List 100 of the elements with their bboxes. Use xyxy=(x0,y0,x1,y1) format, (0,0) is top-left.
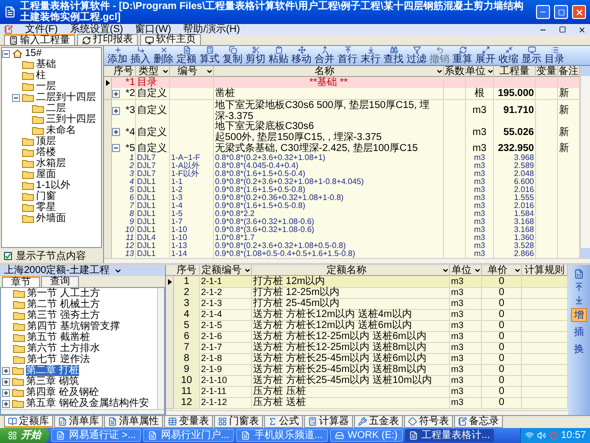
tree-item[interactable]: 三到十四层 xyxy=(46,114,96,125)
restore-button[interactable] xyxy=(554,5,568,19)
tree-item[interactable]: 屋面 xyxy=(36,169,56,180)
toolbar-button[interactable]: 首行 xyxy=(336,46,359,66)
toolbar-button[interactable]: 目录 xyxy=(543,46,566,66)
scrollbar[interactable] xyxy=(1,409,164,414)
tree-item[interactable]: 第六节 土方排水 xyxy=(27,343,100,354)
table-row[interactable]: 8 2-1-8 送方桩 方桩长25-45m以内 送桩6m以内 m3 0 xyxy=(166,353,568,364)
dropdown-caret-icon[interactable] xyxy=(514,267,521,274)
table-row[interactable]: *3 自定义 地下室无梁地板C30s6 500厚, 垫层150厚C15, 埋深-3.375 m3 91.710 新 xyxy=(104,100,580,122)
dropdown-caret-icon[interactable] xyxy=(162,68,169,75)
collapse-toggle[interactable] xyxy=(2,50,10,58)
table-row[interactable]: 12 2-1-12 压方桩 送桩 m3 0 xyxy=(166,397,568,408)
toolbar-button[interactable]: 添加 xyxy=(106,46,129,66)
tab[interactable]: 计算器 xyxy=(304,416,353,428)
restore-icon[interactable] xyxy=(559,26,566,33)
tree-item[interactable]: 1-1以外 xyxy=(36,180,70,191)
tab[interactable]: 符号表 xyxy=(404,416,453,428)
table-row[interactable]: *2 自定义 凿桩 根 195.000 新 xyxy=(104,88,580,100)
tree-item[interactable]: 一层 xyxy=(36,81,56,92)
table-row[interactable]: 5 2-1-5 送方桩 方桩长12m以内 送桩6m以内 m3 0 xyxy=(166,320,568,331)
table-row[interactable]: 6 2-1-6 送方桩 方桩长12-25m以内 送桩6m以内 m3 0 xyxy=(166,331,568,342)
toolbar-button[interactable]: 展开 xyxy=(474,46,497,66)
dropdown-caret-icon[interactable] xyxy=(244,267,251,274)
toolbar-button[interactable]: 显示 xyxy=(520,46,543,66)
toolbar-button[interactable]: 过滤 xyxy=(405,46,428,66)
side-button[interactable]: 插 xyxy=(571,325,587,339)
close-button[interactable] xyxy=(572,5,586,19)
collapse-toggle[interactable] xyxy=(12,94,20,102)
tree-item[interactable]: 15# xyxy=(25,48,42,59)
tree-item[interactable]: 门窗 xyxy=(36,191,56,202)
table-row[interactable]: 11 2-1-11 压方桩 压桩 m3 0 xyxy=(166,386,568,397)
tree-item[interactable]: 柱 xyxy=(36,70,46,81)
table-row[interactable]: 7 2-1-7 送方桩 方桩长12-25m以内 送桩8m以内 m3 0 xyxy=(166,342,568,353)
arrow-up-line-icon[interactable] xyxy=(574,282,584,292)
toolbar-button[interactable]: 算式 xyxy=(198,46,221,66)
taskbar-button[interactable]: 工程量表格计... xyxy=(404,429,494,442)
toolbar-button[interactable]: 剪切 xyxy=(244,46,267,66)
menu-item[interactable]: 系统设置(S) xyxy=(70,24,124,35)
tree-item[interactable]: 第二节 机械土方 xyxy=(27,299,100,310)
dropdown-caret-icon[interactable] xyxy=(474,267,481,274)
toolbar-button[interactable]: 复制 xyxy=(221,46,244,66)
table-row[interactable]: 1 2-1-1 打方桩 12m以内 m3 0 xyxy=(166,276,568,287)
toolbar-button[interactable]: 删除 xyxy=(152,46,175,66)
tree-item[interactable]: 水箱层 xyxy=(36,158,66,169)
minimize-button[interactable] xyxy=(536,5,550,19)
tree-item[interactable]: 第五章 钢砼及金属结构件安 xyxy=(26,398,149,409)
tree-item[interactable]: 二层 xyxy=(46,103,66,114)
tab[interactable]: 五金表 xyxy=(354,416,403,428)
toolbar-button[interactable]: 收缩 xyxy=(497,46,520,66)
scrollbar[interactable] xyxy=(166,410,568,415)
table-row[interactable]: 4 2-1-4 送方桩 方桩长12m以内 送桩4m以内 m3 0 xyxy=(166,309,568,320)
expand-toggle[interactable] xyxy=(112,106,120,115)
tab[interactable]: 变量表 xyxy=(164,416,213,428)
tab[interactable]: 章节 xyxy=(2,276,40,287)
tab[interactable]: 查询 xyxy=(41,276,79,287)
collapse-toggle[interactable] xyxy=(112,144,120,152)
table-row[interactable]: *1 目录 **基础 ** xyxy=(104,77,580,88)
toolbar-button[interactable]: 末行 xyxy=(359,46,382,66)
table-row[interactable]: 2 2-1-2 打方桩 12-25m以内 m3 0 xyxy=(166,287,568,298)
table-row[interactable]: *4 自定义 地下室无梁底板C30s6 起500外, 垫层150厚C15, , 埋深-3.375 m3 55.026 新 xyxy=(104,121,580,143)
taskbar-button[interactable]: WORK (E:) xyxy=(330,429,403,442)
tab[interactable]: 门窗表 xyxy=(214,416,263,428)
tab[interactable]: 备忘录 xyxy=(454,416,503,428)
toolbar-button[interactable]: 查找 xyxy=(382,46,405,66)
scrollbar[interactable] xyxy=(157,288,164,409)
tree-item[interactable]: 零星 xyxy=(36,202,56,213)
toolbar-button[interactable]: 粘贴 xyxy=(267,46,290,66)
arrow-down-line-icon[interactable] xyxy=(574,295,584,305)
scrollbar[interactable] xyxy=(104,258,590,263)
menu-item[interactable]: 窗口(W) xyxy=(135,24,172,35)
side-button[interactable]: 换 xyxy=(571,342,587,356)
expand-toggle[interactable] xyxy=(112,90,120,98)
tree-item[interactable]: 第七节 逆作法 xyxy=(27,354,90,365)
tree-item[interactable]: 第三章 砌筑 xyxy=(26,376,79,387)
expand-toggle[interactable] xyxy=(2,388,10,396)
tree-item[interactable]: 第三节 强夯土方 xyxy=(27,310,100,321)
tab[interactable]: 清单库 xyxy=(54,416,103,428)
expand-toggle[interactable] xyxy=(2,366,10,374)
expand-toggle[interactable] xyxy=(112,128,120,136)
toolbar-button[interactable]: 定额 xyxy=(175,46,198,66)
speaker-icon[interactable] xyxy=(536,431,546,440)
table-row[interactable]: *5 自定义 无梁式条基础, C30埋深-2.425, 垫层100厚C15 m3 232.950 新 xyxy=(104,142,580,154)
tree-item[interactable]: 未命名 xyxy=(46,125,76,136)
tree-item[interactable]: 第四节 基坑钢管支撑 xyxy=(27,321,120,332)
dropdown[interactable]: 上海2000定额-土建工程 xyxy=(0,265,165,276)
dropdown-caret-icon[interactable] xyxy=(436,68,443,75)
toolbar-button[interactable]: 合并 xyxy=(313,46,336,66)
taskbar-button[interactable]: 网易通行证 >... xyxy=(51,429,141,442)
table-row[interactable]: 10 2-1-10 送方桩 方桩长25-45m以内 送桩10m以内 m3 0 xyxy=(166,375,568,386)
dropdown-caret-icon[interactable] xyxy=(486,68,494,75)
tree-item[interactable]: 塔楼 xyxy=(36,147,56,158)
close-icon[interactable] xyxy=(578,26,586,34)
tab[interactable]: 定额库 xyxy=(4,416,53,428)
scrollbar[interactable] xyxy=(580,66,590,258)
menu-item[interactable]: 帮助/演示(H) xyxy=(183,24,240,35)
tab[interactable]: 软件主页 xyxy=(140,34,201,45)
tab[interactable]: 打印报表 xyxy=(77,34,138,45)
tree-item[interactable]: 第五节 截凿桩 xyxy=(27,332,90,343)
tree-item[interactable]: 二层到十四层 xyxy=(36,92,96,103)
